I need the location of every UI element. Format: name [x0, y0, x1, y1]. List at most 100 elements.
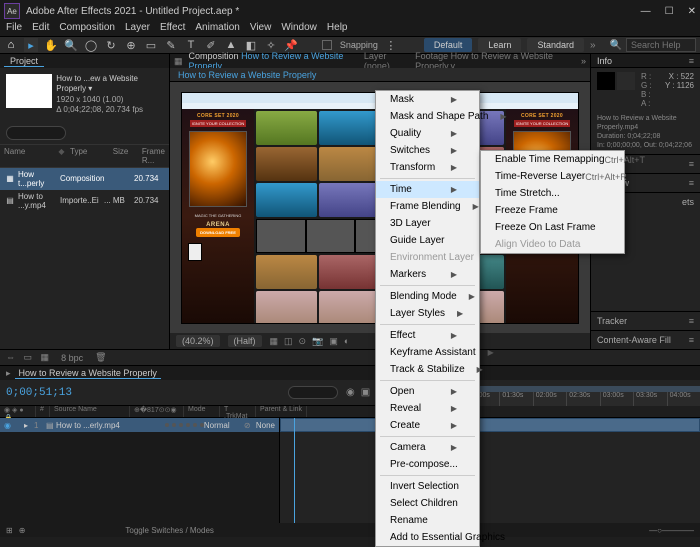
- ctx-item-switches[interactable]: Switches▶: [376, 142, 479, 159]
- zoom-slider[interactable]: —○————: [649, 526, 694, 535]
- menu-composition[interactable]: Composition: [59, 22, 115, 36]
- ctx-item--d-layer[interactable]: 3D Layer: [376, 215, 479, 232]
- presets-section[interactable]: ets: [682, 197, 694, 207]
- col-framerate[interactable]: Frame R...: [142, 147, 165, 165]
- asset-name[interactable]: How to ...ew a Website Properly ▾: [56, 74, 163, 95]
- layer-name[interactable]: How to ...erly.mp4: [56, 421, 165, 430]
- ctx-item-frame-blending[interactable]: Frame Blending▶: [376, 198, 479, 215]
- col-type[interactable]: Type: [70, 147, 113, 165]
- col-trkmat[interactable]: T .TrkMat: [220, 406, 256, 417]
- layer-row-1[interactable]: ◉ ▸ 1 ▤ How to ...erly.mp4 Normal ⊘ None: [0, 418, 279, 432]
- ctx-item-create[interactable]: Create▶: [376, 417, 479, 434]
- rotate-tool-icon[interactable]: ↻: [104, 38, 118, 52]
- workspace-learn[interactable]: Learn: [478, 38, 521, 52]
- ctx-item-select-children[interactable]: Select Children: [376, 495, 479, 512]
- audio-menu-icon[interactable]: ≡: [689, 159, 694, 169]
- home-icon[interactable]: ⌂: [4, 38, 18, 52]
- layer-bar[interactable]: [280, 418, 700, 432]
- time-item-time-reverse-layer[interactable]: Time-Reverse LayerCtrl+Alt+R: [481, 168, 624, 185]
- ctx-item-guide-layer[interactable]: Guide Layer: [376, 232, 479, 249]
- ctx-item-add-to-essential-graphics[interactable]: Add to Essential Graphics: [376, 529, 479, 546]
- ctx-item-markers[interactable]: Markers▶: [376, 266, 479, 283]
- preview-menu-icon[interactable]: ≡: [689, 178, 694, 188]
- time-icon[interactable]: ⊙: [299, 336, 307, 347]
- grid-icon[interactable]: ▦: [270, 336, 279, 347]
- caf-menu-icon[interactable]: ≡: [689, 335, 694, 345]
- zoom-dropdown[interactable]: (40.2%): [176, 335, 220, 347]
- ctx-item-reveal[interactable]: Reveal▶: [376, 400, 479, 417]
- hand-tool-icon[interactable]: ✋: [44, 38, 58, 52]
- info-menu-icon[interactable]: ≡: [689, 56, 694, 66]
- sort-icon[interactable]: ◆: [58, 147, 70, 165]
- eraser-tool-icon[interactable]: ◧: [244, 38, 258, 52]
- link-icon[interactable]: ⊘: [244, 421, 256, 430]
- col-parent[interactable]: Parent & Link: [256, 406, 307, 417]
- bit-depth[interactable]: 8 bpc: [61, 353, 83, 363]
- tl-foot-icon2[interactable]: ⊕: [19, 526, 26, 535]
- orbit-tool-icon[interactable]: ◯: [84, 38, 98, 52]
- comp-panel-icon[interactable]: ▦: [174, 56, 183, 67]
- selection-tool-icon[interactable]: ▸: [24, 38, 38, 52]
- text-tool-icon[interactable]: T: [184, 38, 198, 52]
- snap-opt-icon[interactable]: ⋮: [384, 38, 398, 52]
- project-thumbnail[interactable]: [6, 74, 52, 108]
- ctx-item-transform[interactable]: Transform▶: [376, 159, 479, 176]
- col-size[interactable]: Size: [113, 147, 142, 165]
- ctx-item-mask[interactable]: Mask▶: [376, 91, 479, 108]
- menu-effect[interactable]: Effect: [160, 22, 185, 36]
- puppet-tool-icon[interactable]: 📌: [284, 38, 298, 52]
- roto-tool-icon[interactable]: ✧: [264, 38, 278, 52]
- info-tab[interactable]: Info: [597, 56, 612, 66]
- tracker-menu-icon[interactable]: ≡: [689, 316, 694, 326]
- channel-icon[interactable]: ▣: [329, 336, 338, 347]
- time-item-time-stretch-[interactable]: Time Stretch...: [481, 185, 624, 202]
- panel-menu-icon[interactable]: »: [581, 56, 586, 66]
- ctx-item-mask-and-shape-path[interactable]: Mask and Shape Path▶: [376, 108, 479, 125]
- tl-opt1-icon[interactable]: ◉: [346, 387, 355, 398]
- anchor-tool-icon[interactable]: ⊕: [124, 38, 138, 52]
- col-source[interactable]: Source Name: [50, 406, 130, 417]
- project-tab[interactable]: Project: [4, 56, 44, 67]
- menu-view[interactable]: View: [250, 22, 272, 36]
- rect-tool-icon[interactable]: ▭: [144, 38, 158, 52]
- quality-dropdown[interactable]: (Half): [228, 335, 262, 347]
- menu-layer[interactable]: Layer: [125, 22, 150, 36]
- project-item-comp[interactable]: ▦ How t...perly Composition 20.734: [0, 168, 169, 190]
- search-help-input[interactable]: [626, 38, 696, 52]
- mask-icon[interactable]: ◫: [284, 336, 293, 347]
- tl-opt2-icon[interactable]: ▣: [361, 387, 370, 398]
- close-button[interactable]: ✕: [688, 6, 696, 17]
- minimize-button[interactable]: —: [641, 6, 651, 17]
- ctx-item-invert-selection[interactable]: Invert Selection: [376, 478, 479, 495]
- interpret-icon[interactable]: ⇔: [6, 352, 15, 362]
- time-item-freeze-on-last-frame[interactable]: Freeze On Last Frame: [481, 219, 624, 236]
- stamp-tool-icon[interactable]: ▲: [224, 38, 238, 52]
- menu-file[interactable]: File: [6, 22, 22, 36]
- snapshot-icon[interactable]: 📷: [312, 336, 323, 347]
- exposure-icon[interactable]: ◐: [344, 336, 349, 347]
- ctx-item-time[interactable]: Time▶: [376, 181, 479, 198]
- menu-edit[interactable]: Edit: [32, 22, 49, 36]
- workspace-more-icon[interactable]: »: [590, 40, 596, 51]
- tracker-section[interactable]: Tracker: [597, 316, 627, 326]
- maximize-button[interactable]: ☐: [665, 6, 674, 17]
- menu-animation[interactable]: Animation: [195, 22, 239, 36]
- snapping-checkbox[interactable]: [322, 40, 332, 50]
- ctx-item-quality[interactable]: Quality▶: [376, 125, 479, 142]
- comp-breadcrumb[interactable]: How to Review a Website Properly: [170, 68, 590, 82]
- menu-help[interactable]: Help: [327, 22, 348, 36]
- zoom-tool-icon[interactable]: 🔍: [64, 38, 78, 52]
- ctx-item-track-stabilize[interactable]: Track & Stabilize▶: [376, 361, 479, 378]
- toggle-switches[interactable]: Toggle Switches / Modes: [125, 526, 214, 535]
- new-comp-icon[interactable]: ▦: [41, 352, 50, 362]
- folder-icon[interactable]: ▭: [24, 352, 33, 362]
- timeline-icon[interactable]: ▸: [6, 368, 11, 379]
- caf-section[interactable]: Content-Aware Fill: [597, 335, 671, 345]
- ctx-item-layer-styles[interactable]: Layer Styles▶: [376, 305, 479, 322]
- tl-foot-icon1[interactable]: ⊞: [6, 526, 13, 535]
- ctx-item-pre-compose-[interactable]: Pre-compose...: [376, 456, 479, 473]
- ctx-item-blending-mode[interactable]: Blending Mode▶: [376, 288, 479, 305]
- time-item-enable-time-remapping[interactable]: Enable Time RemappingCtrl+Alt+T: [481, 151, 624, 168]
- workspace-standard[interactable]: Standard: [527, 38, 584, 52]
- timeline-tab[interactable]: How to Review a Website Properly: [15, 368, 161, 379]
